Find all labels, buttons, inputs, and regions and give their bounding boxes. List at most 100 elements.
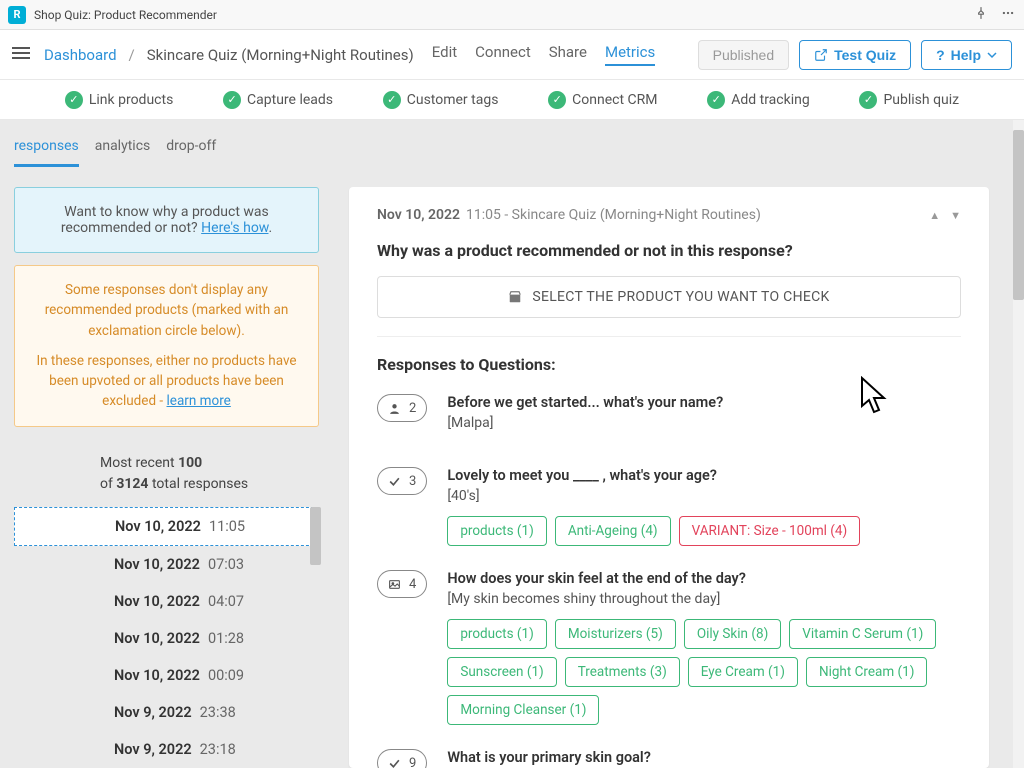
responses-sidebar: Want to know why a product was recommend… — [14, 187, 319, 768]
main-scrollbar-thumb[interactable] — [1013, 130, 1024, 300]
question-number: 9 — [409, 756, 416, 768]
subtab-analytics[interactable]: analytics — [95, 138, 151, 167]
breadcrumb-current: Skincare Quiz (Morning+Night Routines) — [147, 46, 414, 64]
select-product-button[interactable]: SELECT THE PRODUCT YOU WANT TO CHECK — [377, 276, 961, 318]
app-icon: R — [8, 6, 26, 24]
response-date: Nov 10, 2022 — [115, 518, 201, 535]
info-orange-link[interactable]: learn more — [167, 393, 231, 409]
check-icon: ✓ — [223, 91, 241, 109]
checklist-item[interactable]: ✓ Capture leads — [223, 91, 333, 109]
checklist-item[interactable]: ✓Add tracking — [707, 91, 809, 109]
response-item[interactable]: Nov 10, 2022 01:28 — [14, 620, 319, 657]
question-content: How does your skin feel at the end of th… — [447, 570, 961, 725]
pin-icon[interactable] — [974, 6, 988, 24]
info-blue-link[interactable]: Here's how — [201, 220, 268, 236]
next-response-icon[interactable]: ▼ — [950, 209, 961, 222]
detail-header-rest: 11:05 - Skincare Quiz (Morning+Night Rou… — [466, 207, 761, 223]
question-content: What is your primary skin goal? — [447, 749, 961, 768]
question-text: How does your skin feel at the end of th… — [447, 570, 961, 587]
main-scrollbar-track[interactable] — [1013, 120, 1024, 768]
check-icon: ✓ — [548, 91, 566, 109]
tag[interactable]: Morning Cleanser (1) — [447, 695, 599, 725]
response-time: 01:28 — [208, 630, 244, 647]
detail-title: Why was a product recommended or not in … — [377, 241, 961, 260]
checklist-item[interactable]: ✓ Customer tags — [383, 91, 499, 109]
topbar: Dashboard / Skincare Quiz (Morning+Night… — [0, 30, 1024, 80]
question-badge: 9 — [377, 749, 427, 768]
response-date: Nov 10, 2022 — [114, 593, 200, 610]
test-quiz-label: Test Quiz — [834, 47, 896, 63]
list-header: Most recent 100 of 3124 total responses — [14, 445, 319, 507]
tag[interactable]: Vitamin C Serum (1) — [789, 619, 936, 649]
question-content: Before we get started... what's your nam… — [447, 394, 961, 443]
hamburger-icon[interactable] — [12, 46, 30, 64]
response-item[interactable]: Nov 9, 202223:38 — [14, 694, 319, 731]
subtab-responses[interactable]: responses — [14, 138, 79, 167]
topbar-link-share[interactable]: Share — [549, 43, 587, 66]
question-text: Lovely to meet you ____ , what's your ag… — [447, 467, 961, 484]
question-content: Lovely to meet you ____ , what's your ag… — [447, 467, 961, 546]
test-quiz-button[interactable]: Test Quiz — [799, 40, 911, 70]
checklist-item[interactable]: ✓Publish quiz — [859, 91, 959, 109]
tag[interactable]: Oily Skin (8) — [684, 619, 781, 649]
titlebar: R Shop Quiz: Product Recommender — [0, 0, 1024, 30]
response-item[interactable]: Nov 9, 202223:18 — [14, 731, 319, 768]
questions-container: 2 Before we get started... what's your na… — [377, 394, 961, 768]
response-date: Nov 10, 2022 — [114, 630, 200, 647]
select-product-label: SELECT THE PRODUCT YOU WANT TO CHECK — [532, 289, 829, 305]
tag[interactable]: Treatments (3) — [565, 657, 680, 687]
tag[interactable]: Eye Cream (1) — [688, 657, 798, 687]
response-item[interactable]: Nov 10, 202211:05 — [14, 507, 319, 546]
check-icon: ✓ — [65, 91, 83, 109]
section-title: Responses to Questions: — [377, 355, 961, 374]
tag[interactable]: Anti-Ageing (4) — [555, 516, 671, 546]
tag[interactable]: Moisturizers (5) — [555, 619, 676, 649]
tag[interactable]: products (1) — [447, 619, 547, 649]
checklist-item[interactable]: ✓ Link products — [65, 91, 173, 109]
checklist-label: Link products — [89, 92, 173, 108]
tag[interactable]: Night Cream (1) — [806, 657, 928, 687]
question-answer: [Malpa] — [447, 415, 961, 431]
tag-row: products (1) Moisturizers (5) Oily Skin (8… — [447, 619, 961, 725]
check-icon: ✓ — [383, 91, 401, 109]
list-scrollbar[interactable] — [310, 507, 321, 565]
detail-header-date: Nov 10, 2022 — [377, 207, 460, 223]
checklist-label: Connect CRM — [572, 92, 657, 108]
question-type-icon — [388, 757, 401, 768]
response-time: 23:38 — [200, 704, 236, 721]
checklist-label: Customer tags — [407, 92, 499, 108]
question-row: 2 Before we get started... what's your na… — [377, 394, 961, 443]
subtab-drop-off[interactable]: drop-off — [166, 138, 216, 167]
checklist-label: Add tracking — [731, 92, 809, 108]
topbar-link-connect[interactable]: Connect — [475, 43, 531, 66]
question-type-icon — [388, 475, 401, 488]
divider — [377, 336, 961, 337]
response-item[interactable]: Nov 10, 202200:09 — [14, 657, 319, 694]
response-list: Nov 10, 202211:05Nov 10, 202207:03Nov 10… — [14, 507, 319, 768]
question-answer: [My skin becomes shiny throughout the da… — [447, 591, 961, 607]
checklist-item[interactable]: ✓ Connect CRM — [548, 91, 657, 109]
response-item[interactable]: Nov 10, 202207:03 — [14, 546, 319, 583]
tag-row: products (1) Anti-Ageing (4) VARIANT: Size… — [447, 516, 961, 546]
detail-header: Nov 10, 2022 11:05 - Skincare Quiz (Morn… — [377, 207, 961, 223]
tag[interactable]: Sunscreen (1) — [447, 657, 556, 687]
response-item[interactable]: Nov 10, 202204:07 — [14, 583, 319, 620]
chevron-down-icon — [987, 50, 997, 60]
topbar-link-edit[interactable]: Edit — [432, 43, 457, 66]
question-number: 4 — [409, 577, 416, 592]
question-badge: 4 — [377, 570, 427, 598]
tag[interactable]: products (1) — [447, 516, 547, 546]
response-time: 00:09 — [208, 667, 244, 684]
topbar-link-metrics[interactable]: Metrics — [605, 43, 655, 66]
breadcrumb-dashboard[interactable]: Dashboard — [44, 46, 117, 64]
question-number: 2 — [409, 401, 416, 416]
help-label: Help — [951, 47, 981, 63]
prev-response-icon[interactable]: ▲ — [929, 209, 940, 222]
help-button[interactable]: ? Help — [921, 40, 1012, 70]
more-icon[interactable] — [1000, 6, 1016, 24]
published-button[interactable]: Published — [698, 40, 790, 70]
checklist-label: Capture leads — [247, 92, 333, 108]
breadcrumb: Dashboard / Skincare Quiz (Morning+Night… — [44, 46, 414, 64]
question-answer: [40's] — [447, 488, 961, 504]
tag[interactable]: VARIANT: Size - 100ml (4) — [679, 516, 861, 546]
